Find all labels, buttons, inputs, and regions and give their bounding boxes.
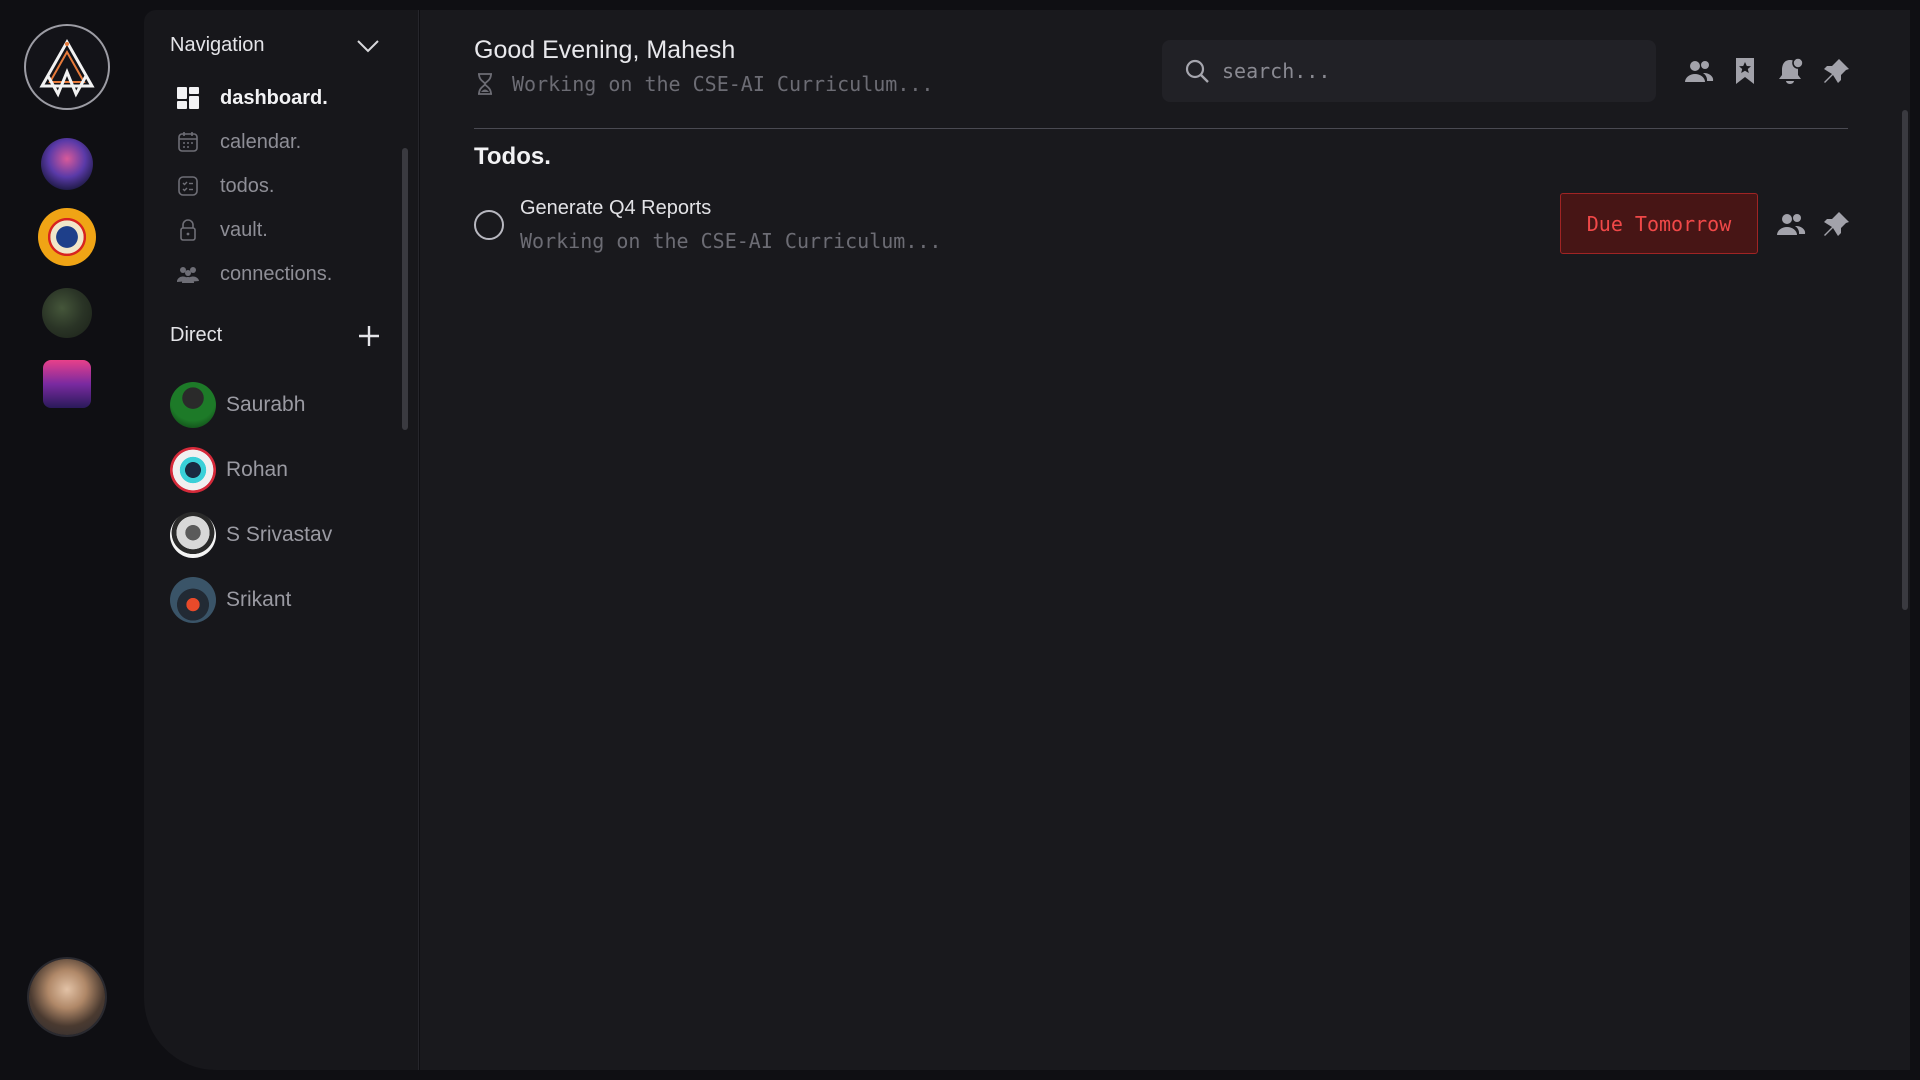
nav-label-dashboard: dashboard. xyxy=(220,86,328,109)
bookmark-star-icon xyxy=(1736,58,1754,84)
user-avatar[interactable] xyxy=(29,959,105,1035)
header-divider xyxy=(474,128,1848,129)
todos-title: Todos. xyxy=(474,143,551,170)
server-icon-2[interactable] xyxy=(38,208,96,266)
dashboard-icon xyxy=(174,84,202,112)
search-bar[interactable] xyxy=(1162,40,1656,102)
pin-icon xyxy=(1824,212,1849,236)
avatar xyxy=(170,446,216,493)
server-icon-4[interactable] xyxy=(43,360,91,408)
dm-item-s-srivastav[interactable]: S Srivastav xyxy=(170,502,332,567)
dm-item-rohan[interactable]: Rohan xyxy=(170,437,332,502)
notifications-button[interactable] xyxy=(1768,50,1814,92)
bell-icon xyxy=(1779,57,1804,84)
connections-icon xyxy=(174,260,202,288)
todo-title: Generate Q4 Reports xyxy=(520,197,712,219)
navigation-header: Navigation xyxy=(170,34,380,57)
hourglass-icon xyxy=(476,73,496,95)
todo-item[interactable]: Generate Q4 Reports Working on the CSE-A… xyxy=(474,193,1852,263)
direct-list: Saurabh Rohan S Srivastav Srikant xyxy=(170,372,332,632)
logo-icon xyxy=(39,38,95,98)
dm-item-saurabh[interactable]: Saurabh xyxy=(170,372,332,437)
nav-item-dashboard[interactable]: dashboard. xyxy=(174,76,332,120)
todo-users-button[interactable] xyxy=(1768,203,1814,245)
dm-name: Srikant xyxy=(226,587,292,611)
status-text: Working on the CSE-AI Curriculum... xyxy=(512,72,934,96)
nav-item-connections[interactable]: connections. xyxy=(174,252,332,296)
lock-icon xyxy=(174,216,202,244)
nav-list: dashboard. calendar. todos. vault. conne… xyxy=(174,76,332,296)
server-icon-1[interactable] xyxy=(41,138,93,190)
avatar xyxy=(170,511,216,558)
due-badge[interactable]: Due Tomorrow xyxy=(1560,193,1758,254)
sidebar-scrollbar[interactable] xyxy=(402,148,408,430)
main-scrollbar[interactable] xyxy=(1902,110,1908,610)
nav-label-calendar: calendar. xyxy=(220,130,302,153)
pin-button[interactable] xyxy=(1814,50,1860,92)
server-icon-3[interactable] xyxy=(42,288,92,338)
plus-icon[interactable] xyxy=(358,325,380,347)
nav-item-calendar[interactable]: calendar. xyxy=(174,120,332,164)
sidebar: Navigation dashboard. calendar. todos. v… xyxy=(144,10,419,1070)
todo-pin-button[interactable] xyxy=(1814,203,1860,245)
nav-label-vault: vault. xyxy=(220,218,268,241)
chevron-down-icon[interactable] xyxy=(356,38,380,54)
todo-subtitle: Working on the CSE-AI Curriculum... xyxy=(520,229,942,253)
direct-title: Direct xyxy=(170,324,223,346)
status-line: Working on the CSE-AI Curriculum... xyxy=(476,72,933,96)
dm-name: S Srivastav xyxy=(226,522,333,546)
todos-icon xyxy=(174,172,202,200)
app-logo[interactable] xyxy=(24,24,110,110)
dm-name: Saurabh xyxy=(226,392,306,416)
avatar xyxy=(170,576,216,623)
search-icon xyxy=(1185,59,1209,83)
bookmark-button[interactable] xyxy=(1722,50,1768,92)
nav-label-todos: todos. xyxy=(220,174,275,197)
greeting: Good Evening, Mahesh xyxy=(474,36,736,64)
calendar-icon xyxy=(174,128,202,156)
pin-icon xyxy=(1824,59,1849,83)
nav-item-vault[interactable]: vault. xyxy=(174,208,332,252)
nav-item-todos[interactable]: todos. xyxy=(174,164,332,208)
navigation-title: Navigation xyxy=(170,34,265,56)
header-actions xyxy=(1676,50,1860,92)
todo-checkbox[interactable] xyxy=(474,210,504,240)
dm-name: Rohan xyxy=(226,457,288,481)
users-button[interactable] xyxy=(1676,50,1722,92)
server-rail xyxy=(0,0,134,1080)
nav-label-connections: connections. xyxy=(220,262,333,285)
todo-actions xyxy=(1768,203,1860,245)
avatar xyxy=(170,381,216,428)
users-icon xyxy=(1777,214,1806,235)
main-content: Good Evening, Mahesh Working on the CSE-… xyxy=(420,10,1910,1070)
search-input[interactable] xyxy=(1222,59,1642,83)
direct-header: Direct xyxy=(170,324,380,347)
dm-item-srikant[interactable]: Srikant xyxy=(170,567,332,632)
users-icon xyxy=(1685,61,1714,82)
